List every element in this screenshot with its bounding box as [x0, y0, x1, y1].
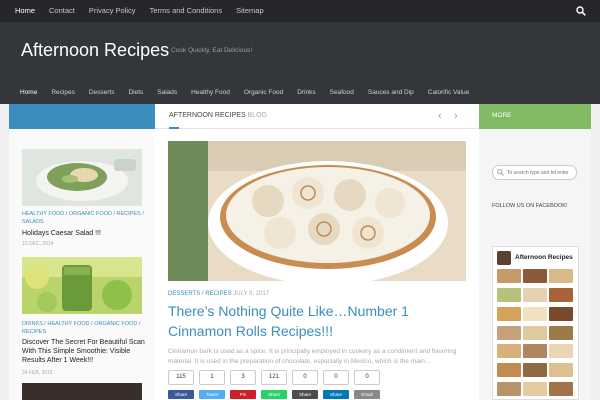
caesar-salad-thumbnail[interactable] — [22, 149, 142, 206]
facebook-photo[interactable] — [523, 382, 547, 397]
next-post-thumbnail[interactable] — [22, 383, 142, 400]
top-nav-contact[interactable]: Contact — [42, 0, 82, 22]
blog-heading-main: AFTERNOON RECIPES — [169, 112, 246, 119]
main-nav-sauces-and-dip[interactable]: Sauces and Dip — [361, 86, 421, 100]
site-header: Afternoon Recipes Cook Quickly, Eat Deli… — [0, 22, 600, 104]
whatsapp-share-button[interactable]: Share — [261, 390, 287, 399]
facebook-photo[interactable] — [523, 344, 547, 359]
featured-date: JULY 9, 2017 — [233, 291, 270, 297]
top-nav: Home Contact Privacy Policy Terms and Co… — [8, 0, 271, 22]
more-header[interactable]: MORE — [479, 104, 591, 129]
post-date: 24 FEB, 2015 — [22, 370, 53, 376]
main-nav-home[interactable]: Home — [13, 86, 44, 100]
facebook-photo[interactable] — [523, 325, 547, 340]
more-label: MORE — [492, 112, 512, 119]
facebook-photo[interactable] — [497, 325, 521, 340]
main-nav-recipes[interactable]: Recipes — [44, 86, 81, 100]
top-bar: Home Contact Privacy Policy Terms and Co… — [0, 0, 600, 22]
facebook-photo[interactable] — [497, 382, 521, 397]
share-count: 115 — [168, 370, 194, 385]
search-icon[interactable] — [576, 6, 586, 16]
facebook-photo[interactable] — [523, 269, 547, 283]
main-nav-seafood[interactable]: Seafood — [323, 86, 361, 100]
blog-header: AFTERNOON RECIPES BLOG ‹ › — [155, 104, 479, 129]
main-nav: Home Recipes Desserts Diets Salads Healt… — [13, 86, 476, 100]
facebook-photo-grid — [497, 269, 575, 399]
facebook-photo[interactable] — [549, 344, 573, 359]
top-nav-sitemap[interactable]: Sitemap — [229, 0, 271, 22]
top-nav-home[interactable]: Home — [8, 0, 42, 22]
facebook-photo[interactable] — [497, 269, 521, 283]
cinnamon-rolls-image[interactable] — [168, 141, 466, 281]
main-nav-drinks[interactable]: Drinks — [290, 86, 322, 100]
post-categories[interactable]: HEALTHY FOOD / ORGANIC FOOD / RECIPES / … — [22, 210, 146, 226]
facebook-photo[interactable] — [523, 287, 547, 302]
heading-underline — [169, 127, 179, 129]
featured-excerpt: Cinnamon bark is used as a spice. It is … — [168, 348, 457, 365]
featured-meta: DESSERTS / RECIPES JULY 9, 2017 — [168, 291, 269, 297]
main-nav-organic-food[interactable]: Organic Food — [237, 86, 290, 100]
facebook-page-widget[interactable]: Afternoon Recipes — [492, 246, 579, 400]
pinterest-pin-button[interactable]: Pin — [230, 390, 256, 399]
facebook-photo[interactable] — [549, 363, 573, 378]
featured-categories[interactable]: DESSERTS / RECIPES — [168, 291, 232, 297]
main-nav-calorific-value[interactable]: Calorific Value — [421, 86, 476, 100]
left-column-header-bar — [9, 104, 155, 129]
share-count: 0 — [323, 370, 349, 385]
main-nav-salads[interactable]: Salads — [150, 86, 184, 100]
post-categories[interactable]: DRINKS / HEALTHY FOOD / ORGANIC FOOD / R… — [22, 320, 146, 336]
blog-heading-suffix: BLOG — [247, 112, 268, 119]
search-input[interactable] — [507, 168, 575, 178]
post-title[interactable]: Holidays Caesar Salad !!! — [22, 229, 146, 238]
facebook-photo[interactable] — [497, 363, 521, 378]
facebook-page-name[interactable]: Afternoon Recipes — [515, 254, 573, 261]
post-date: 10 DEC, 2014 — [22, 241, 54, 247]
left-sidebar: HEALTHY FOOD / ORGANIC FOOD / RECIPES / … — [9, 129, 155, 400]
next-arrow-icon[interactable]: › — [454, 110, 458, 122]
email-share-button[interactable]: Email — [354, 390, 380, 399]
main-nav-desserts[interactable]: Desserts — [82, 86, 122, 100]
share-counts: 115 1 3 121 0 0 0 — [168, 370, 385, 385]
main-nav-diets[interactable]: Diets — [121, 86, 150, 100]
generic-share-button[interactable]: Share — [292, 390, 318, 399]
facebook-photo[interactable] — [549, 325, 573, 340]
search-icon — [497, 169, 504, 176]
share-count: 0 — [292, 370, 318, 385]
twitter-tweet-button[interactable]: Tweet — [199, 390, 225, 399]
main-nav-healthy-food[interactable]: Healthy Food — [184, 86, 237, 100]
main-content: DESSERTS / RECIPES JULY 9, 2017 There’s … — [155, 127, 479, 400]
facebook-photo[interactable] — [549, 287, 573, 302]
facebook-photo[interactable] — [523, 363, 547, 378]
featured-title[interactable]: There’s Nothing Quite Like…Number 1 Cinn… — [168, 301, 468, 341]
site-tagline: Cook Quickly, Eat Delicious! — [171, 47, 253, 54]
site-title[interactable]: Afternoon Recipes — [21, 40, 169, 61]
share-count: 121 — [261, 370, 287, 385]
share-buttons: Share Tweet Pin Share Share Share Email — [168, 390, 385, 399]
right-sidebar: FOLLOW US ON FACEBOOK! Afternoon Recipes — [479, 129, 591, 400]
facebook-photo[interactable] — [549, 306, 573, 321]
facebook-photo[interactable] — [549, 382, 573, 397]
post-title[interactable]: Discover The Secret For Beautiful Scan W… — [22, 338, 146, 365]
share-count: 0 — [354, 370, 380, 385]
facebook-photo[interactable] — [523, 306, 547, 321]
share-count: 3 — [230, 370, 256, 385]
prev-arrow-icon[interactable]: ‹ — [438, 110, 442, 122]
top-nav-privacy-policy[interactable]: Privacy Policy — [82, 0, 143, 22]
facebook-photo[interactable] — [497, 344, 521, 359]
top-nav-terms[interactable]: Terms and Conditions — [143, 0, 230, 22]
follow-heading: FOLLOW US ON FACEBOOK! — [492, 203, 568, 209]
facebook-photo[interactable] — [497, 287, 521, 302]
blog-heading: AFTERNOON RECIPES BLOG — [169, 112, 267, 119]
share-count: 1 — [199, 370, 225, 385]
facebook-photo[interactable] — [497, 306, 521, 321]
sidebar-search — [492, 165, 577, 180]
facebook-share-button[interactable]: Share — [168, 390, 194, 399]
linkedin-share-button[interactable]: Share — [323, 390, 349, 399]
facebook-photo[interactable] — [549, 269, 573, 283]
smoothie-thumbnail[interactable] — [22, 257, 142, 314]
facebook-page-avatar[interactable] — [497, 251, 511, 265]
